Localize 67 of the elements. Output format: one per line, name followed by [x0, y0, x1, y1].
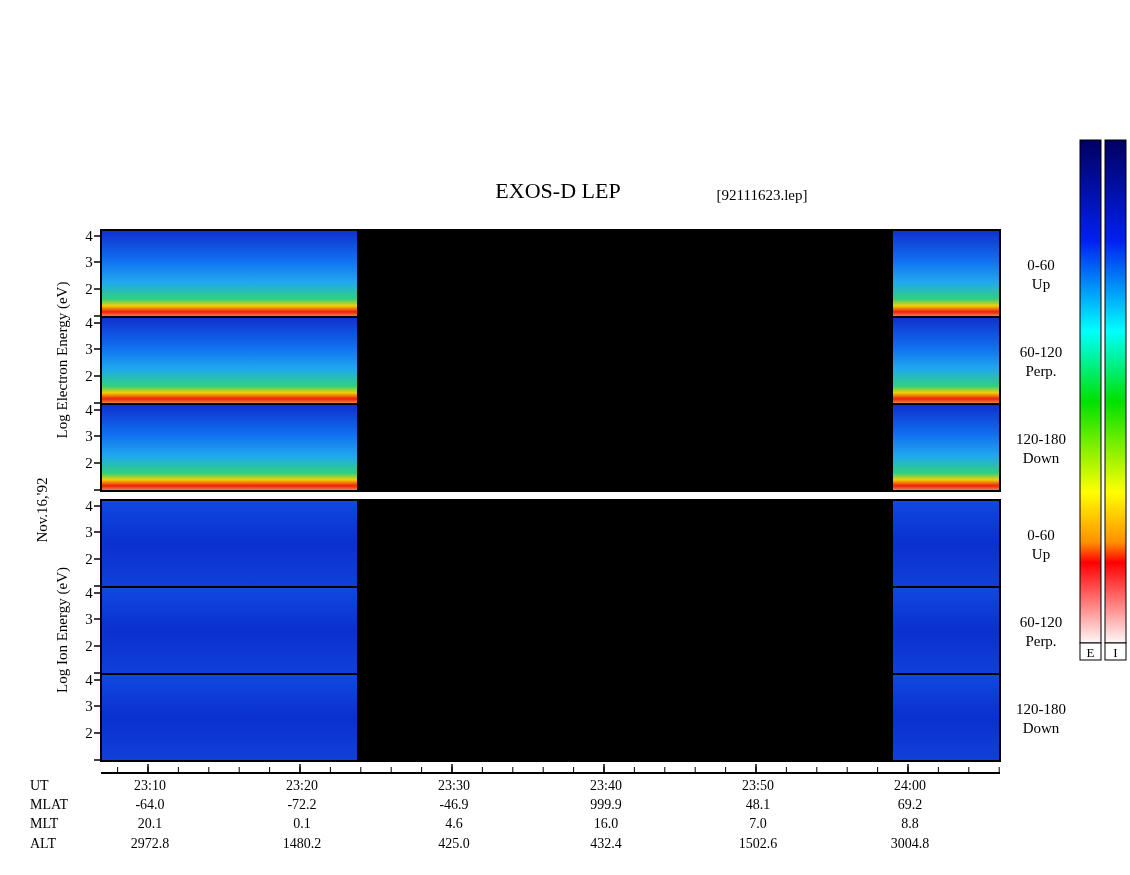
axis-value: 4.6 [445, 816, 463, 831]
axis-value: 20.1 [137, 816, 163, 831]
y-tick-label: 2 [85, 725, 93, 741]
y-axis-label: Log Electron Energy (eV) [54, 281, 70, 439]
y-tick-label: 4 [85, 402, 93, 418]
y-tick-label: 2 [85, 281, 93, 297]
axis-value: 1502.6 [738, 836, 778, 851]
y-tick-label: 2 [85, 455, 93, 471]
y-tick-label: 4 [85, 585, 93, 601]
axis-value: 1480.2 [282, 836, 322, 851]
axis-value: 0.1 [293, 816, 311, 831]
y-tick-label: 3 [85, 524, 93, 540]
axis-value: 23:40 [590, 778, 622, 793]
angle-range-label: 0-60 [1027, 257, 1055, 273]
y-tick-label: 2 [85, 551, 93, 567]
y-tick-label: 2 [85, 368, 93, 384]
axis-value: 425.0 [438, 836, 470, 851]
direction-label: Down [1022, 720, 1060, 736]
y-tick-label: 4 [85, 672, 93, 688]
file-name: [92111623.lep] [716, 187, 808, 203]
axis-value: 999.9 [590, 797, 622, 812]
direction-label: Perp. [1025, 633, 1057, 649]
y-tick-label: 4 [85, 498, 93, 514]
y-tick-label: 3 [85, 611, 93, 627]
axis-value: -64.0 [135, 797, 165, 812]
axis-value: 23:30 [438, 778, 470, 793]
axis-row-label: ALT [30, 836, 56, 851]
direction-label: Perp. [1025, 363, 1057, 379]
direction-label: Down [1022, 450, 1060, 466]
axis-row-label: MLAT [30, 797, 69, 812]
color-bar-label: E [1086, 645, 1095, 660]
direction-label: Up [1031, 546, 1051, 562]
y-tick-label: 2 [85, 638, 93, 654]
angle-range-label: 120-180 [1016, 701, 1066, 717]
axis-value: 7.0 [749, 816, 767, 831]
axis-value: 2972.8 [130, 836, 170, 851]
axis-row-label: MLT [30, 816, 59, 831]
axis-value: 16.0 [593, 816, 619, 831]
axis-value: 432.4 [590, 836, 622, 851]
axis-value: 24:00 [894, 778, 926, 793]
angle-range-label: 120-180 [1016, 431, 1066, 447]
axis-value: 23:20 [286, 778, 318, 793]
axis-value: -72.2 [287, 797, 317, 812]
y-tick-label: 3 [85, 341, 93, 357]
axis-value: -46.9 [439, 797, 469, 812]
scale-label-box [1079, 642, 1102, 661]
plot-title: EXOS-D LEP [495, 178, 621, 203]
y-tick-label: 4 [85, 228, 93, 244]
date-label: Nov.16,'92 [34, 477, 50, 543]
y-axis-label: Log Ion Energy (eV) [54, 567, 70, 693]
y-tick-label: 3 [85, 254, 93, 270]
axis-value: 23:50 [742, 778, 774, 793]
angle-range-label: 60-120 [1019, 344, 1063, 360]
axis-value: 3004.8 [890, 836, 930, 851]
axis-row-label: UT [30, 778, 49, 793]
axis-value: 69.2 [897, 797, 923, 812]
axis-value: 8.8 [901, 816, 919, 831]
axis-value: 48.1 [745, 797, 771, 812]
scale-label-box [1104, 642, 1127, 661]
angle-range-label: 60-120 [1019, 614, 1063, 630]
color-bar-label: I [1113, 645, 1118, 660]
y-tick-label: 3 [85, 428, 93, 444]
direction-label: Up [1031, 276, 1051, 292]
axis-value: 23:10 [134, 778, 166, 793]
angle-range-label: 0-60 [1027, 527, 1055, 543]
y-tick-label: 3 [85, 698, 93, 714]
y-tick-label: 4 [85, 315, 93, 331]
